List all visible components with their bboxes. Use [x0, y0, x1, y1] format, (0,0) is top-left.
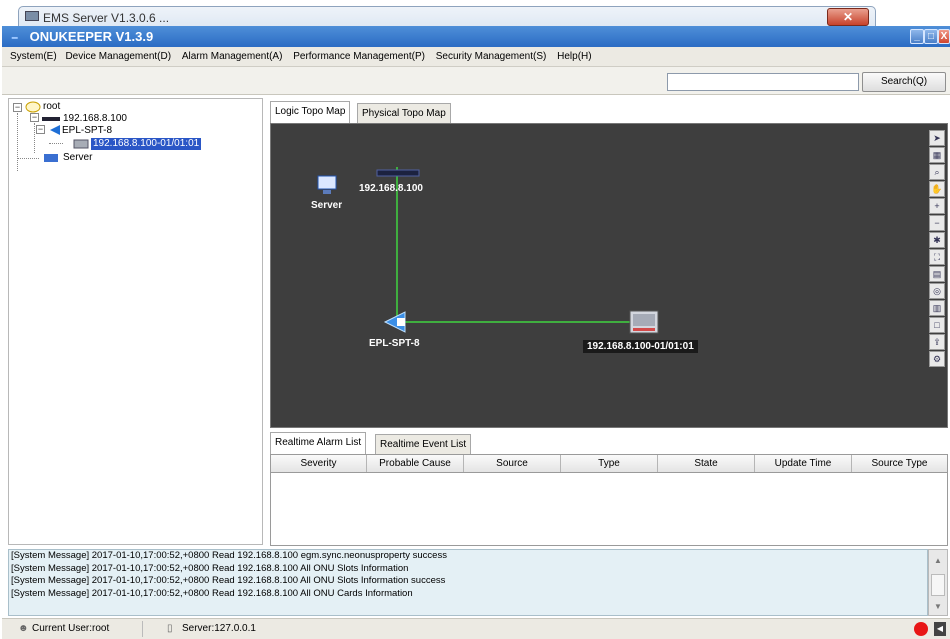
- window-title: ONUKEEPER V1.3.9: [29, 29, 154, 44]
- collapse-switch-toggle[interactable]: −: [36, 125, 45, 134]
- search-input[interactable]: [667, 73, 859, 91]
- server-node-icon[interactable]: [317, 174, 339, 199]
- fit-icon[interactable]: ✱: [929, 232, 945, 248]
- column-type[interactable]: Type: [561, 455, 658, 472]
- topology-links: [396, 167, 631, 323]
- column-state[interactable]: State: [658, 455, 755, 472]
- tree-line: [17, 113, 18, 171]
- server-tree-icon: [43, 153, 59, 167]
- properties-icon[interactable]: ▥: [929, 300, 945, 316]
- select-icon[interactable]: ➤: [929, 130, 945, 146]
- settings-icon[interactable]: ⚙: [929, 351, 945, 367]
- topo-side-toolbar: ➤ ▦ ⌕ ✋ + − ✱ ⛶ ▤ ◎ ▥ □ ⇪ ⚙: [929, 130, 945, 368]
- tree-line: [49, 143, 63, 144]
- title-bar: ━ ONUKEEPER V1.3.9 _ □ X: [2, 26, 950, 47]
- background-window-title: EMS Server V1.3.0.6 ...: [43, 11, 170, 25]
- log-line: [System Message] 2017-01-10,17:00:52,+08…: [11, 550, 447, 561]
- tab-physical-topo-map[interactable]: Physical Topo Map: [357, 103, 451, 123]
- column-source[interactable]: Source: [464, 455, 561, 472]
- frame-icon[interactable]: □: [929, 317, 945, 333]
- scroll-thumb[interactable]: [931, 574, 945, 596]
- tab-realtime-event-list[interactable]: Realtime Event List: [375, 434, 472, 454]
- alarm-tabs: Realtime Alarm List Realtime Event List: [270, 432, 948, 454]
- column-update-time[interactable]: Update Time: [755, 455, 852, 472]
- onu-node-label: 192.168.8.100-01/01:01: [583, 340, 698, 353]
- tree-line: [34, 123, 35, 153]
- onu-node-icon[interactable]: [629, 308, 659, 341]
- current-user-status: Current User:root: [32, 623, 110, 634]
- topo-tabs: Logic Topo Map Physical Topo Map: [270, 101, 948, 123]
- close-button[interactable]: X: [938, 29, 950, 44]
- tree-root[interactable]: root: [43, 101, 60, 113]
- tab-logic-topo-map[interactable]: Logic Topo Map: [270, 101, 351, 123]
- background-close-button[interactable]: ✕: [827, 8, 869, 26]
- olt-node-label: 192.168.8.100: [359, 183, 423, 194]
- user-icon: ☻: [18, 623, 29, 634]
- fullscreen-icon[interactable]: ⛶: [929, 249, 945, 265]
- hand-icon[interactable]: ✋: [929, 181, 945, 197]
- olt-node-icon[interactable]: [376, 168, 420, 181]
- log-scrollbar[interactable]: ▲ ▼: [928, 549, 948, 616]
- system-message-log: [System Message] 2017-01-10,17:00:52,+08…: [8, 549, 928, 616]
- menu-performance-management[interactable]: Performance Management(P): [293, 47, 425, 67]
- switch-node-icon[interactable]: [383, 310, 411, 337]
- search-button[interactable]: Search(Q): [862, 72, 946, 92]
- collapse-olt-toggle[interactable]: −: [30, 113, 39, 122]
- zoom-out-icon[interactable]: −: [929, 215, 945, 231]
- tree-onu-selected[interactable]: 192.168.8.100-01/01:01: [91, 138, 202, 150]
- tree-olt[interactable]: 192.168.8.100: [63, 113, 127, 125]
- layout-icon[interactable]: ▤: [929, 266, 945, 282]
- window-menu-icon[interactable]: ━: [12, 28, 22, 49]
- log-line: [System Message] 2017-01-10,17:00:52,+08…: [11, 587, 413, 599]
- server-status: Server:127.0.0.1: [182, 623, 256, 634]
- server-node-label: Server: [311, 200, 343, 211]
- column-severity[interactable]: Severity: [271, 455, 367, 472]
- status-divider: [142, 621, 143, 637]
- onu-icon: [73, 139, 89, 153]
- device-tree: − root − 192.168.8.100 − EPL-SPT-8 192.1…: [8, 98, 263, 545]
- menu-system[interactable]: System(E): [10, 47, 57, 67]
- topology-canvas[interactable]: Server 192.168.8.100 EPL-SPT-8 192.168.8…: [270, 123, 948, 428]
- log-line: [System Message] 2017-01-10,17:00:52,+08…: [11, 562, 409, 574]
- tree-line: [17, 158, 39, 159]
- scroll-down-icon[interactable]: ▼: [934, 602, 942, 611]
- switch-icon: [49, 124, 61, 140]
- zoom-in-icon[interactable]: +: [929, 198, 945, 214]
- column-probable-cause[interactable]: Probable Cause: [367, 455, 464, 472]
- alarm-table-header: Severity Probable Cause Source Type Stat…: [271, 455, 947, 473]
- minimize-button[interactable]: _: [910, 29, 924, 44]
- app-icon: [25, 11, 39, 21]
- log-line: [System Message] 2017-01-10,17:00:52,+08…: [11, 575, 446, 586]
- alarm-indicator-icon[interactable]: [914, 622, 928, 636]
- tree-switch[interactable]: EPL-SPT-8: [62, 125, 112, 137]
- zoom-area-icon[interactable]: ◎: [929, 283, 945, 299]
- column-source-type[interactable]: Source Type: [852, 455, 947, 472]
- export-icon[interactable]: ⇪: [929, 334, 945, 350]
- menu-bar: System(E) Device Management(D) Alarm Man…: [2, 47, 950, 67]
- menu-security-management[interactable]: Security Management(S): [436, 47, 547, 67]
- menu-device-management[interactable]: Device Management(D): [65, 47, 171, 67]
- switch-node-label: EPL-SPT-8: [369, 338, 420, 349]
- menu-alarm-management[interactable]: Alarm Management(A): [182, 47, 283, 67]
- server-status-icon: ▯: [167, 623, 173, 634]
- sound-icon[interactable]: ◀: [934, 622, 946, 636]
- tab-realtime-alarm-list[interactable]: Realtime Alarm List: [270, 432, 367, 454]
- menu-help[interactable]: Help(H): [557, 47, 591, 67]
- alarm-table: Severity Probable Cause Source Type Stat…: [270, 454, 948, 546]
- tree-server[interactable]: Server: [63, 152, 92, 164]
- zoom-icon[interactable]: ⌕: [929, 164, 945, 180]
- grid-icon[interactable]: ▦: [929, 147, 945, 163]
- scroll-up-icon[interactable]: ▲: [934, 556, 942, 565]
- collapse-root-toggle[interactable]: −: [13, 103, 22, 112]
- toolbar: Search(Q): [2, 67, 950, 95]
- maximize-button[interactable]: □: [924, 29, 938, 44]
- status-bar: ☻ Current User:root ▯ Server:127.0.0.1 ◀: [2, 618, 950, 639]
